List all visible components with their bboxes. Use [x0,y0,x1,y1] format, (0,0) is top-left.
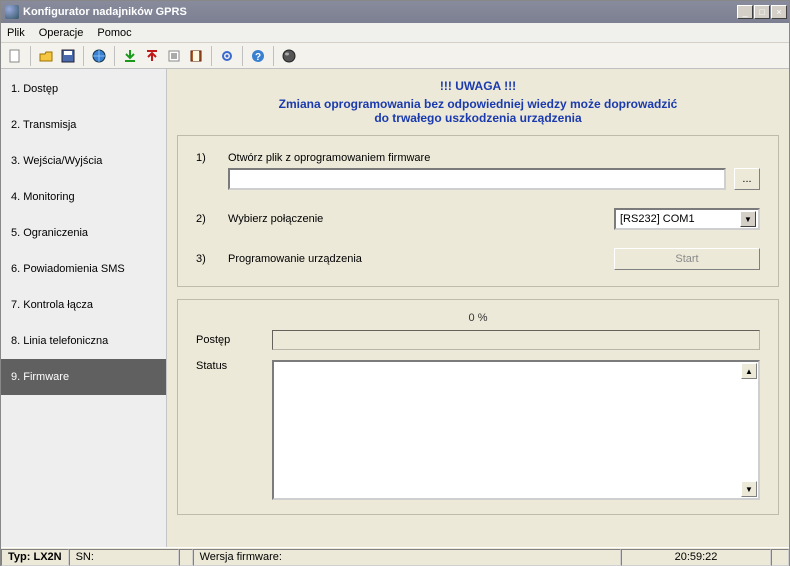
book-icon[interactable] [186,46,206,66]
chevron-down-icon[interactable]: ▼ [740,211,756,227]
status-textarea[interactable]: ▲ ▼ [272,360,760,500]
globe-icon[interactable] [89,46,109,66]
firmware-steps-group: 1) Otwórz plik z oprogramowaniem firmwar… [177,135,779,287]
maximize-button[interactable]: □ [754,5,770,19]
sidebar-item-firmware[interactable]: 9. Firmware [1,359,166,395]
client-area: 1. Dostęp 2. Transmisja 3. Wejścia/Wyjśc… [1,69,789,547]
separator [242,46,243,66]
step3-number: 3) [196,253,228,265]
progress-percent: 0 % [196,312,760,324]
titlebar: Konfigurator nadajników GPRS _ □ × [1,1,789,23]
scroll-down-icon[interactable]: ▼ [741,481,757,497]
separator [30,46,31,66]
sidebar-item-wejscia[interactable]: 3. Wejścia/Wyjścia [1,143,166,179]
upload-icon[interactable] [142,46,162,66]
gear-icon[interactable] [217,46,237,66]
sidebar-item-dostep[interactable]: 1. Dostęp [1,71,166,107]
warning-block: !!! UWAGA !!! Zmiana oprogramowania bez … [177,79,779,125]
open-icon[interactable] [36,46,56,66]
status-fw-label: Wersja firmware: [200,551,282,563]
status-type-value: LX2N [33,551,61,563]
menu-help[interactable]: Pomoc [97,27,131,39]
separator [83,46,84,66]
status-label: Status [196,360,272,500]
progress-group: 0 % Postęp Status ▲ ▼ [177,299,779,515]
warning-title: !!! UWAGA !!! [177,79,779,93]
menu-file[interactable]: Plik [7,27,25,39]
sphere-icon[interactable] [279,46,299,66]
separator [114,46,115,66]
status-type-label: Typ: [8,551,30,563]
statusbar: Typ: LX2N SN: Wersja firmware: 20:59:22 [1,547,789,566]
svg-text:?: ? [255,52,261,63]
scroll-up-icon[interactable]: ▲ [741,363,757,379]
sidebar-item-transmisja[interactable]: 2. Transmisja [1,107,166,143]
separator [273,46,274,66]
menubar: Plik Operacje Pomoc [1,23,789,43]
progress-label: Postęp [196,334,272,346]
resize-grip[interactable] [771,549,789,566]
new-icon[interactable] [5,46,25,66]
status-time: 20:59:22 [675,551,718,563]
step3-label: Programowanie urządzenia [228,253,408,265]
step2-number: 2) [196,213,228,225]
window-title: Konfigurator nadajników GPRS [23,6,736,18]
sidebar-item-monitoring[interactable]: 4. Monitoring [1,179,166,215]
warning-line2: do trwałego uszkodzenia urządzenia [177,111,779,125]
separator [211,46,212,66]
sidebar-item-ograniczenia[interactable]: 5. Ograniczenia [1,215,166,251]
window-buttons: _ □ × [736,5,787,19]
sidebar-item-sms[interactable]: 6. Powiadomienia SMS [1,251,166,287]
step1-number: 1) [196,152,228,164]
browse-button[interactable]: ... [734,168,760,190]
log-icon[interactable] [164,46,184,66]
help-icon[interactable]: ? [248,46,268,66]
step2-label: Wybierz połączenie [228,213,408,225]
status-sn-label: SN: [76,551,94,563]
app-icon [5,5,19,19]
start-button[interactable]: Start [614,248,760,270]
main-panel: !!! UWAGA !!! Zmiana oprogramowania bez … [167,69,789,547]
sidebar: 1. Dostęp 2. Transmisja 3. Wejścia/Wyjśc… [1,69,167,547]
progress-bar [272,330,760,350]
close-button[interactable]: × [771,5,787,19]
sidebar-item-kontrola[interactable]: 7. Kontrola łącza [1,287,166,323]
toolbar: ? [1,43,789,69]
warning-line1: Zmiana oprogramowania bez odpowiedniej w… [177,97,779,111]
save-icon[interactable] [58,46,78,66]
connection-combo-value: [RS232] COM1 [620,213,740,225]
download-icon[interactable] [120,46,140,66]
connection-combo[interactable]: [RS232] COM1 ▼ [614,208,760,230]
minimize-button[interactable]: _ [737,5,753,19]
sidebar-item-linia[interactable]: 8. Linia telefoniczna [1,323,166,359]
menu-operations[interactable]: Operacje [39,27,84,39]
step1-label: Otwórz plik z oprogramowaniem firmware [228,152,760,164]
firmware-file-input[interactable] [228,168,726,190]
